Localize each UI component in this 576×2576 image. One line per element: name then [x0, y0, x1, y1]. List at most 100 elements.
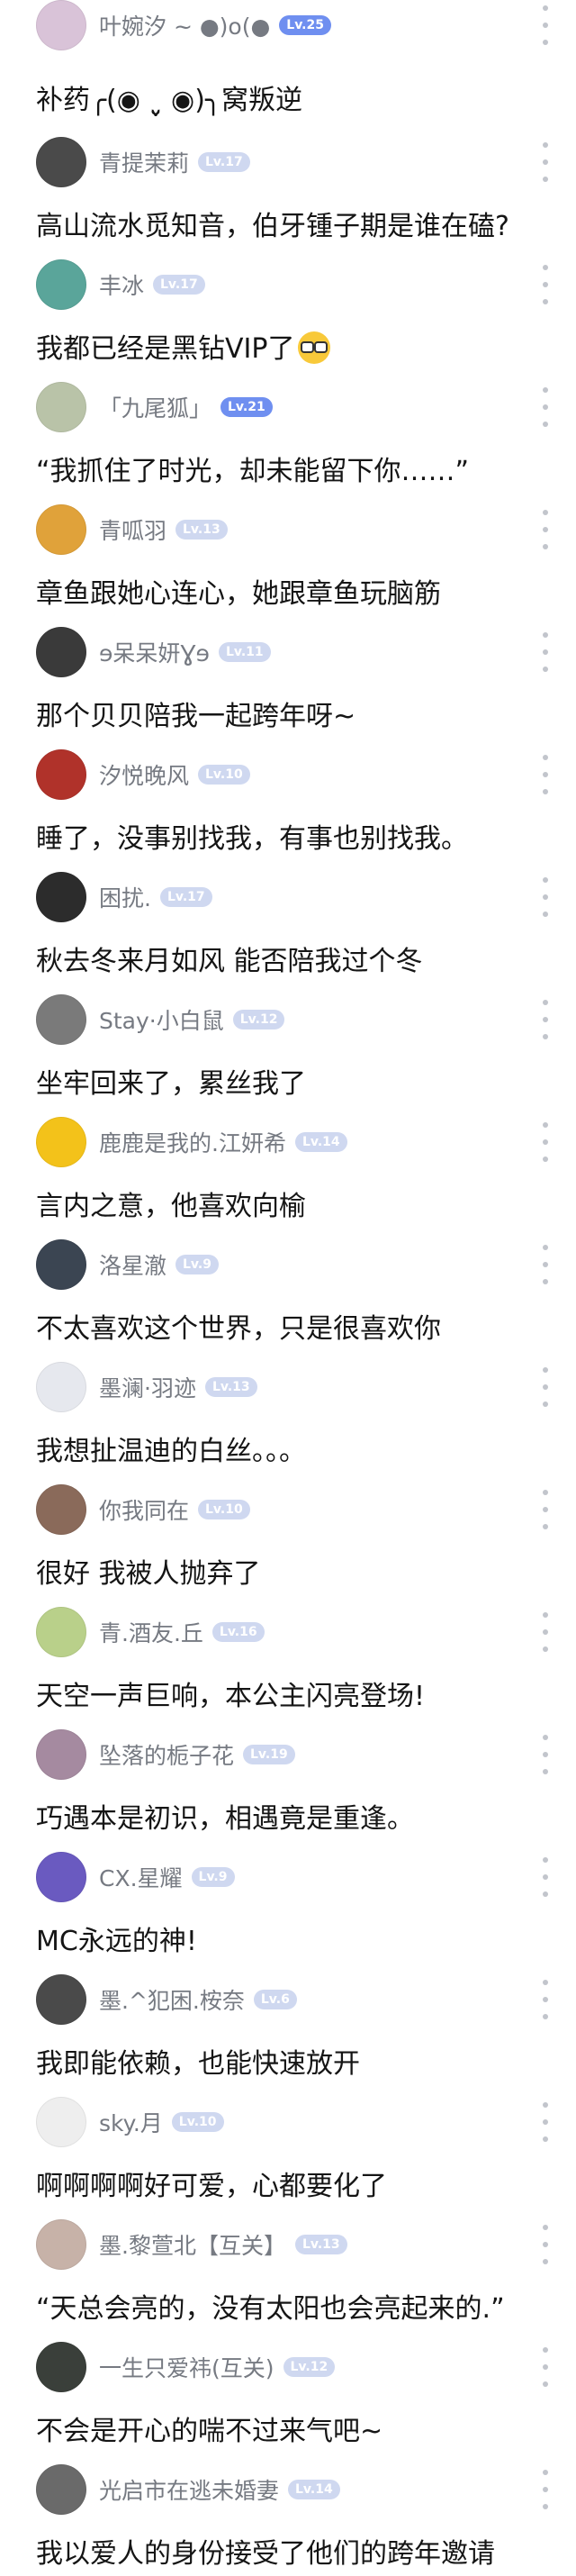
comment-item[interactable]: 光启市在逃未婚妻 Lv.14 我以爱人的身份接受了他们的跨年邀请: [0, 2464, 576, 2570]
comment-text: 我即能依赖，也能快速放开: [36, 2046, 554, 2082]
avatar[interactable]: [36, 1484, 86, 1535]
avatar[interactable]: [36, 2464, 86, 2515]
comment-item[interactable]: 青呱羽 Lv.13 章鱼跟她心连心，她跟章鱼玩脑筋: [0, 504, 576, 627]
username[interactable]: 一生只爱祎(互关): [99, 2351, 274, 2383]
avatar[interactable]: [36, 382, 86, 432]
more-vertical-icon[interactable]: [542, 632, 549, 672]
username[interactable]: 「九尾狐」: [99, 391, 212, 423]
comment-header: 你我同在 Lv.10: [36, 1484, 576, 1535]
username[interactable]: Stay·小白鼠: [99, 1003, 224, 1036]
more-vertical-icon[interactable]: [542, 5, 549, 45]
comment-item[interactable]: 墨.^犯困.桉奈 Lv.6 我即能依赖，也能快速放开: [0, 1974, 576, 2097]
avatar[interactable]: [36, 137, 86, 187]
username[interactable]: 青.酒友.丘: [99, 1616, 203, 1648]
comment-header: 墨.^犯困.桉奈 Lv.6: [36, 1974, 576, 2025]
username[interactable]: 困扰.: [99, 881, 151, 913]
username[interactable]: CX.星耀: [99, 1861, 183, 1893]
avatar[interactable]: [36, 504, 86, 555]
username[interactable]: sky.月: [99, 2106, 163, 2138]
username[interactable]: 你我同在: [99, 1493, 189, 1526]
avatar[interactable]: [36, 872, 86, 922]
comment-text-value: 坐牢回来了，累丝我了: [36, 1068, 306, 1100]
level-badge: Lv.17: [159, 887, 212, 907]
avatar[interactable]: [36, 749, 86, 800]
username[interactable]: ɘ呆呆妍Ɣɘ: [99, 636, 210, 668]
more-vertical-icon[interactable]: [542, 877, 549, 917]
avatar[interactable]: [36, 1117, 86, 1167]
comment-item[interactable]: Stay·小白鼠 Lv.12 坐牢回来了，累丝我了: [0, 994, 576, 1117]
level-badge: Lv.11: [218, 642, 271, 662]
avatar[interactable]: [36, 1607, 86, 1657]
comment-item[interactable]: 洛星澈 Lv.9 不太喜欢这个世界，只是很喜欢你: [0, 1239, 576, 1362]
username[interactable]: 墨.^犯困.桉奈: [99, 1983, 245, 2016]
more-vertical-icon[interactable]: [542, 1857, 549, 1897]
username[interactable]: 叶婉汐 ~ ●)o(●: [99, 9, 270, 41]
comment-text: 不太喜欢这个世界，只是很喜欢你: [36, 1311, 554, 1347]
more-vertical-icon[interactable]: [542, 755, 549, 794]
avatar[interactable]: [36, 1729, 86, 1780]
comment-item[interactable]: sky.月 Lv.10 啊啊啊啊好可爱，心都要化了: [0, 2097, 576, 2219]
username[interactable]: 墨澜·羽迹: [99, 1371, 196, 1403]
username[interactable]: 墨.黎萱北【互关】: [99, 2228, 286, 2261]
avatar[interactable]: [36, 627, 86, 677]
username[interactable]: 洛星澈: [99, 1248, 166, 1281]
username[interactable]: 青提茉莉: [99, 146, 189, 178]
more-vertical-icon[interactable]: [542, 1490, 549, 1529]
comment-item[interactable]: 汐悦晚风 Lv.10 睡了，没事别找我，有事也别找我。: [0, 749, 576, 872]
level-badge: Lv.10: [198, 765, 250, 785]
username[interactable]: 光启市在逃未婚妻: [99, 2473, 279, 2506]
more-vertical-icon[interactable]: [542, 1612, 549, 1652]
more-vertical-icon[interactable]: [542, 510, 549, 549]
more-vertical-icon[interactable]: [542, 1735, 549, 1774]
more-vertical-icon[interactable]: [542, 265, 549, 304]
comment-item[interactable]: CX.星耀 Lv.9 MC永远的神!: [0, 1852, 576, 1974]
more-vertical-icon[interactable]: [542, 1367, 549, 1407]
comment-item[interactable]: 墨澜·羽迹 Lv.13 我想扯温迪的白丝。。。: [0, 1362, 576, 1484]
comment-item[interactable]: 丰冰 Lv.17 我都已经是黑钻VIP了: [0, 259, 576, 382]
more-vertical-icon[interactable]: [542, 2470, 549, 2509]
comment-item[interactable]: 叶婉汐 ~ ●)o(● Lv.25 补药╭(◉ ˬ̮ ◉)╮窝叛逆: [0, 0, 576, 137]
avatar[interactable]: [36, 2219, 86, 2270]
more-vertical-icon[interactable]: [542, 1122, 549, 1162]
username[interactable]: 鹿鹿是我的.江妍希: [99, 1126, 286, 1158]
comment-item[interactable]: 你我同在 Lv.10 很好 我被人抛弃了: [0, 1484, 576, 1607]
avatar[interactable]: [36, 1852, 86, 1902]
level-badge: Lv.21: [220, 397, 273, 417]
comment-item[interactable]: 「九尾狐」 Lv.21 “我抓住了时光，却未能留下你……”: [0, 382, 576, 504]
more-vertical-icon[interactable]: [542, 1980, 549, 2019]
comment-item[interactable]: 鹿鹿是我的.江妍希 Lv.14 言内之意，他喜欢向榆: [0, 1117, 576, 1239]
username[interactable]: 青呱羽: [99, 513, 166, 546]
more-vertical-icon[interactable]: [542, 2347, 549, 2387]
comment-item[interactable]: 青提茉莉 Lv.17 高山流水觅知音，伯牙锺子期是谁在磕?: [0, 137, 576, 259]
avatar[interactable]: [36, 1239, 86, 1290]
comment-header: Stay·小白鼠 Lv.12: [36, 994, 576, 1045]
username[interactable]: 汐悦晚风: [99, 758, 189, 791]
comment-item[interactable]: 一生只爱祎(互关) Lv.12 不会是开心的喘不过来气吧~: [0, 2342, 576, 2464]
avatar[interactable]: [36, 994, 86, 1045]
comment-item[interactable]: 困扰. Lv.17 秋去冬来月如风 能否陪我过个冬: [0, 872, 576, 994]
avatar[interactable]: [36, 1974, 86, 2025]
more-vertical-icon[interactable]: [542, 2225, 549, 2264]
username[interactable]: 坠落的栀子花: [99, 1738, 234, 1771]
more-vertical-icon[interactable]: [542, 2102, 549, 2142]
comment-header: 墨.黎萱北【互关】 Lv.13: [36, 2219, 576, 2270]
level-badge: Lv.9: [191, 1867, 235, 1887]
avatar[interactable]: [36, 259, 86, 310]
level-badge: Lv.10: [198, 1500, 250, 1519]
level-badge: Lv.17: [153, 275, 205, 295]
username[interactable]: 丰冰: [99, 268, 144, 301]
comment-item[interactable]: ɘ呆呆妍Ɣɘ Lv.11 那个贝贝陪我一起跨年呀~: [0, 627, 576, 749]
comment-item[interactable]: 青.酒友.丘 Lv.16 天空一声巨响，本公主闪亮登场!: [0, 1607, 576, 1729]
more-vertical-icon[interactable]: [542, 1000, 549, 1039]
more-vertical-icon[interactable]: [542, 142, 549, 182]
avatar[interactable]: [36, 2097, 86, 2147]
avatar[interactable]: [36, 2342, 86, 2392]
avatar[interactable]: [36, 1362, 86, 1412]
more-vertical-icon[interactable]: [542, 1245, 549, 1284]
more-vertical-icon[interactable]: [542, 387, 549, 427]
comment-header: 墨澜·羽迹 Lv.13: [36, 1362, 576, 1412]
avatar[interactable]: [36, 0, 86, 50]
comment-text-value: 巧遇本是初识，相遇竟是重逢。: [36, 1803, 414, 1835]
comment-item[interactable]: 墨.黎萱北【互关】 Lv.13 “天总会亮的，没有太阳也会亮起来的.”: [0, 2219, 576, 2342]
comment-item[interactable]: 坠落的栀子花 Lv.19 巧遇本是初识，相遇竟是重逢。: [0, 1729, 576, 1852]
